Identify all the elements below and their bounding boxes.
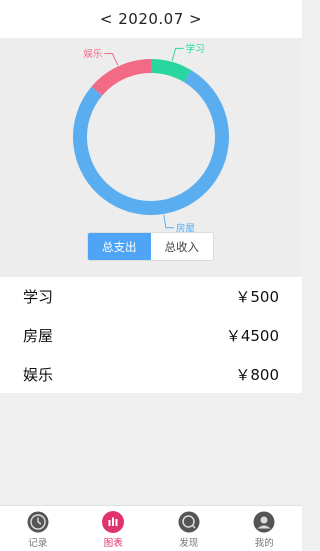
category-amount: ￥800 <box>235 365 279 384</box>
discover-icon <box>178 511 200 533</box>
month-selector[interactable]: < 2020.07 > <box>0 0 302 38</box>
category-name: 娱乐 <box>23 365 54 384</box>
slice-leader-line <box>163 214 174 229</box>
tab-mine[interactable]: 我的 <box>227 506 303 551</box>
category-amount: ￥500 <box>235 287 279 306</box>
month-label: < 2020.07 > <box>99 10 203 28</box>
pie-slice <box>150 59 192 83</box>
tab-label: 记录 <box>28 538 48 549</box>
slice-leader-line <box>104 53 119 66</box>
tab-label: 我的 <box>254 538 274 549</box>
list-item[interactable]: 娱乐 ￥800 <box>0 355 302 393</box>
category-name: 学习 <box>23 287 54 306</box>
expense-income-toggle: 总支出 总收入 <box>87 232 214 261</box>
user-icon <box>253 511 275 533</box>
list-item[interactable]: 学习 ￥500 <box>0 277 302 315</box>
tab-label: 发现 <box>179 538 199 549</box>
chart-icon <box>102 511 125 533</box>
slice-leader-line <box>171 47 184 62</box>
category-list: 学习 ￥500 房屋 ￥4500 娱乐 ￥800 <box>0 277 302 393</box>
expense-tab[interactable]: 总支出 <box>88 233 151 260</box>
category-name: 房屋 <box>23 326 54 345</box>
tab-record[interactable]: 记录 <box>0 506 76 551</box>
slice-label: 学习 <box>186 43 205 55</box>
slice-label: 娱乐 <box>83 48 103 60</box>
pie-slice <box>73 70 229 215</box>
category-amount: ￥4500 <box>225 326 279 345</box>
pie-slice <box>91 59 152 96</box>
clock-icon <box>27 511 49 533</box>
bottom-tab-bar: 记录 图表 发现 我的 <box>0 505 302 551</box>
list-item[interactable]: 房屋 ￥4500 <box>0 316 302 354</box>
tab-label: 图表 <box>103 538 123 549</box>
tab-discover[interactable]: 发现 <box>151 506 227 551</box>
tab-chart[interactable]: 图表 <box>76 506 152 551</box>
income-tab[interactable]: 总收入 <box>150 233 213 260</box>
